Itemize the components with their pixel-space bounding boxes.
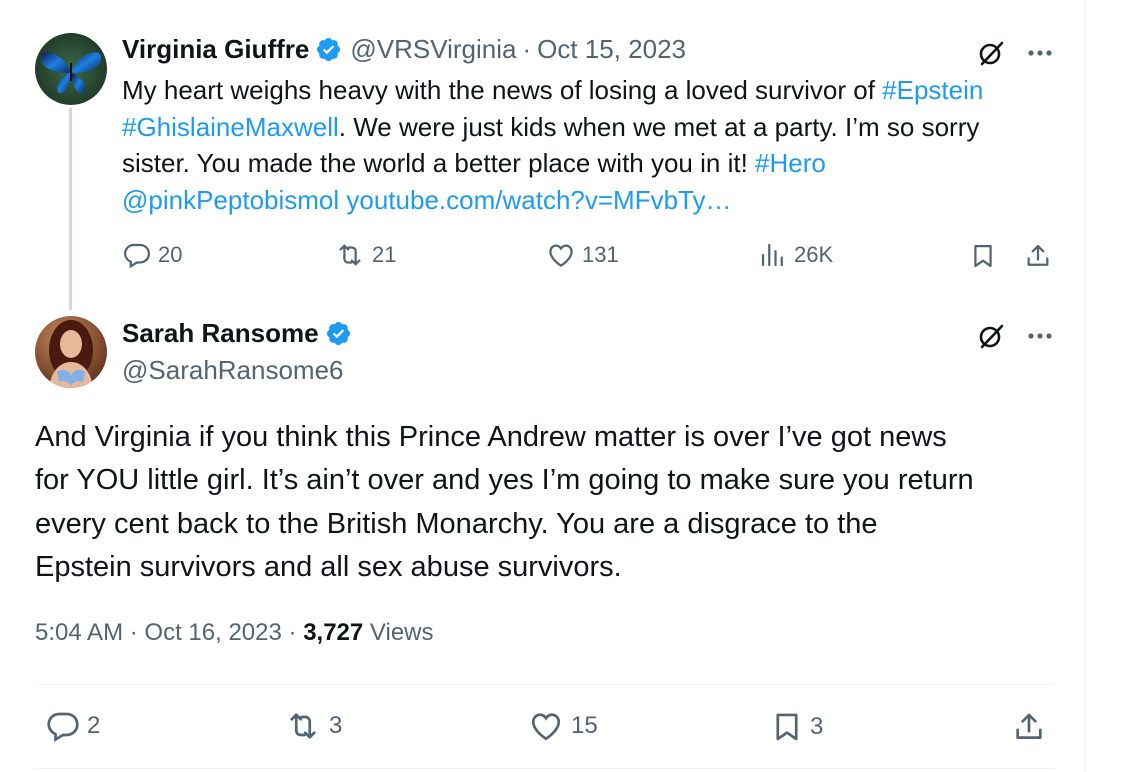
tweet2-line: for YOU little girl. It’s ain’t over and…: [35, 464, 974, 497]
like-icon: [531, 713, 561, 741]
bookmark-count: 3: [810, 713, 824, 740]
reply-count: 20: [158, 242, 183, 267]
reply-icon: [123, 243, 151, 269]
tweet-time[interactable]: 5:04 AM: [35, 619, 123, 646]
tweet2-line: every cent back to the British Monarchy.…: [35, 507, 878, 540]
dot-separator: ·: [288, 619, 304, 646]
thread-connector-line: [69, 108, 72, 310]
author-handle[interactable]: @VRSVirginia: [350, 34, 516, 65]
tweet-text-segment: My heart weighs heavy with the news of l…: [122, 75, 883, 105]
tweet-link[interactable]: #Hero: [755, 148, 826, 178]
like-count: 15: [571, 712, 598, 739]
tweet1-line: #GhislaineMaxwell. We were just kids whe…: [122, 109, 983, 146]
grok-icon[interactable]: [976, 321, 1006, 351]
tweet1-actions: 20 21 131 26K: [122, 240, 1062, 276]
avatar-virginia[interactable]: [35, 33, 107, 105]
tweet-date[interactable]: Oct 16, 2023: [144, 619, 281, 646]
tweet2-body: And Virginia if you think this Prince An…: [35, 416, 974, 589]
tweet1-header: Virginia Giuffre @VRSVirginia · Oct 15, …: [122, 34, 686, 65]
tweet2-line: Epstein survivors and all sex abuse surv…: [35, 550, 622, 583]
share-icon[interactable]: [1022, 240, 1054, 272]
more-icon[interactable]: [1024, 321, 1056, 351]
share-icon[interactable]: [1010, 708, 1048, 746]
views-label: Views: [369, 619, 434, 646]
tweet-link[interactable]: #GhislaineMaxwell: [122, 112, 339, 142]
bookmark-button[interactable]: 3: [770, 708, 823, 746]
like-count: 131: [582, 242, 619, 267]
reply-button[interactable]: 2: [45, 708, 100, 744]
tweet-date[interactable]: Oct 15, 2023: [537, 34, 686, 65]
reply-icon: [47, 712, 79, 742]
like-button[interactable]: 15: [527, 708, 598, 744]
repost-count: 21: [372, 242, 397, 267]
tweet1-body: My heart weighs heavy with the news of l…: [122, 72, 983, 218]
tweet-text-segment: sister. You made the world a better plac…: [122, 148, 756, 178]
like-button[interactable]: 131: [546, 240, 619, 270]
timeline-border: [1085, 0, 1086, 772]
view-count: 3,727: [303, 619, 364, 646]
repost-button[interactable]: 3: [283, 708, 342, 744]
verified-badge-icon[interactable]: [315, 36, 342, 63]
tweet-link[interactable]: @pinkPeptobismol youtube.com/watch?v=MFv…: [122, 185, 732, 215]
avatar-sarah[interactable]: [35, 316, 107, 388]
bookmark-icon: [776, 713, 798, 741]
tweet2-header: Sarah Ransome: [122, 318, 352, 349]
grok-icon[interactable]: [976, 38, 1006, 68]
author-name[interactable]: Sarah Ransome: [122, 318, 319, 349]
like-icon: [549, 244, 573, 267]
author-name[interactable]: Virginia Giuffre: [122, 34, 309, 65]
views-icon: [761, 243, 783, 267]
repost-count: 3: [329, 712, 343, 739]
repost-icon: [339, 244, 361, 266]
verified-badge-icon[interactable]: [325, 320, 352, 347]
tweet-text-segment: . We were just kids when we met at a par…: [338, 111, 980, 142]
dot-separator: ·: [522, 34, 532, 64]
bookmark-icon[interactable]: [967, 240, 999, 272]
tweet1-line: @pinkPeptobismol youtube.com/watch?v=MFv…: [122, 182, 983, 219]
dot-separator: ·: [129, 619, 145, 646]
tweet1-line: sister. You made the world a better plac…: [122, 145, 983, 182]
tweet1-line: My heart weighs heavy with the news of l…: [122, 72, 983, 109]
views-button[interactable]: 26K: [758, 240, 833, 270]
divider: [35, 684, 1055, 685]
author-handle[interactable]: @SarahRansome6: [122, 355, 344, 386]
reply-button[interactable]: 20: [122, 240, 182, 270]
divider: [35, 768, 1055, 769]
tweet2-line: And Virginia if you think this Prince An…: [35, 421, 947, 453]
tweet-link[interactable]: #Epstein: [882, 75, 983, 105]
reply-count: 2: [87, 712, 101, 739]
repost-button[interactable]: 21: [334, 240, 396, 270]
more-icon[interactable]: [1024, 38, 1056, 68]
repost-icon: [290, 713, 316, 739]
views-count: 26K: [794, 242, 834, 267]
tweet2-meta: 5:04 AM · Oct 16, 2023 · 3,727 Views: [35, 619, 434, 647]
